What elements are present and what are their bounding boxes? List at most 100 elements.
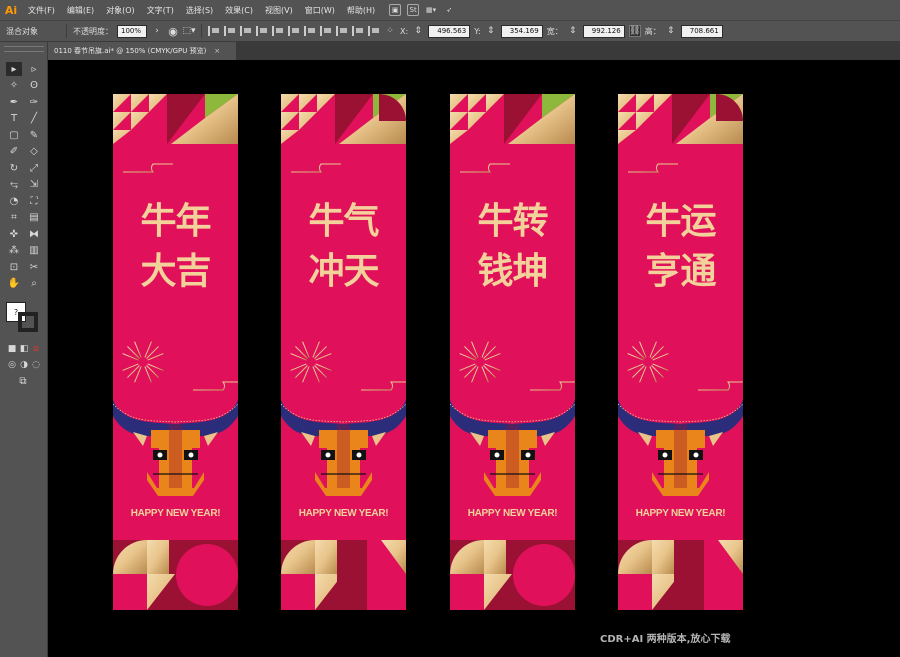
distribute-top-icon[interactable] (304, 25, 316, 37)
menu-icons: ▣ St ▦▾ ➶ (389, 4, 455, 16)
menu-item[interactable]: 帮助(H) (341, 5, 381, 16)
rectangle-tool-icon[interactable]: ▢ (6, 128, 22, 142)
none-mode-icon[interactable]: ⧄ (28, 342, 44, 356)
banner-tagline: HAPPY NEW YEAR! (635, 508, 726, 519)
blend-tool-icon[interactable]: ⧓ (26, 227, 42, 241)
height-stepper-icon[interactable]: ⇕ (665, 25, 677, 37)
new-year-banner[interactable]: 牛年 大吉 HAPPY NEW YEAR! (112, 94, 239, 610)
panel-grip[interactable] (4, 46, 44, 52)
shape-builder-tool-icon[interactable]: ◔ (6, 194, 22, 208)
align-top-icon[interactable] (256, 25, 268, 37)
menu-item[interactable]: 文件(F) (22, 5, 61, 16)
curvature-tool-icon[interactable]: ✑ (26, 95, 42, 109)
stock-icon[interactable]: St (407, 4, 420, 16)
artboard-tool-icon[interactable]: ⊡ (6, 260, 22, 274)
screen-mode-icon[interactable]: ⧉ (15, 374, 31, 388)
y-field[interactable]: 354.169 (500, 24, 543, 38)
distribute-left-icon[interactable] (352, 25, 364, 37)
mesh-tool-icon[interactable]: ⌗ (6, 211, 22, 225)
banner-artwork (280, 94, 407, 610)
y-stepper-icon[interactable]: ⇕ (485, 25, 497, 37)
pen-tool-icon[interactable]: ✒ (6, 95, 22, 109)
arrange-documents-icon[interactable]: ▦▾ (425, 4, 437, 16)
new-year-banner[interactable]: 牛转 钱坤 HAPPY NEW YEAR! (449, 94, 576, 610)
new-year-banner[interactable]: 牛气 冲天 HAPPY NEW YEAR! (280, 94, 407, 610)
banner-tagline: HAPPY NEW YEAR! (298, 508, 389, 519)
column-graph-tool-icon[interactable]: ▥ (26, 244, 42, 258)
align-middle-icon[interactable] (272, 25, 284, 37)
shaper-tool-icon[interactable]: ✐ (6, 145, 22, 159)
scale-tool-icon[interactable]: ⤢ (26, 161, 42, 175)
separator (66, 24, 67, 38)
direct-selection-tool-icon[interactable]: ▹ (26, 62, 42, 76)
line-tool-icon[interactable]: ╱ (26, 112, 42, 126)
banner-title-line2: 亨通 (645, 251, 716, 292)
menu-item[interactable]: 窗口(W) (299, 5, 341, 16)
menu-item[interactable]: 视图(V) (259, 5, 299, 16)
width-field[interactable]: 992.126 (582, 24, 625, 38)
eyedropper-tool-icon[interactable]: ✜ (6, 227, 22, 241)
x-field[interactable]: 496.563 (428, 24, 471, 38)
opacity-dropdown-icon[interactable]: › (151, 25, 163, 37)
height-field[interactable]: 708.661 (680, 24, 723, 38)
eraser-tool-icon[interactable]: ◇ (26, 145, 42, 159)
distribute-center-icon[interactable] (320, 25, 332, 37)
gpu-icon[interactable]: ➶ (443, 4, 455, 16)
align-left-icon[interactable] (208, 25, 220, 37)
selection-tool-icon[interactable]: ▸ (6, 62, 22, 76)
align-center-icon[interactable] (224, 25, 236, 37)
height-label: 高： (644, 26, 661, 36)
hand-tool-icon[interactable]: ✋ (6, 277, 22, 291)
banner-title-line1: 牛运 (645, 201, 716, 242)
constrain-proportions-icon[interactable]: ⛓ (628, 25, 641, 37)
menu-item[interactable]: 选择(S) (180, 5, 219, 16)
selection-type-label: 混合对象 (6, 26, 38, 36)
menu-list: 文件(F) 编辑(E) 对象(O) 文字(T) 选择(S) 效果(C) 视图(V) 窗口(W)… (22, 5, 381, 16)
distribute-bottom-icon[interactable] (336, 25, 348, 37)
draw-inside-icon[interactable]: ◌ (28, 358, 44, 372)
opacity-label[interactable]: 不透明度： (73, 26, 113, 37)
x-label: X: (400, 26, 409, 36)
align-bottom-icon[interactable] (288, 25, 300, 37)
width-stepper-icon[interactable]: ⇕ (567, 25, 579, 37)
banner-title-line2: 钱坤 (477, 251, 548, 292)
menu-item[interactable]: 效果(C) (219, 5, 259, 16)
control-bar: 混合对象 不透明度： 100% › ◉ ⬚▾ ⁘ X: ⇕ 496.563 Y:… (0, 20, 900, 42)
width-tool-icon[interactable]: ⥃ (6, 178, 22, 192)
reference-point-icon[interactable]: ⁘ (384, 25, 396, 37)
banner-title-line2: 大吉 (140, 251, 211, 292)
banner-tagline: HAPPY NEW YEAR! (130, 508, 221, 519)
rotate-tool-icon[interactable]: ↻ (6, 161, 22, 175)
perspective-grid-tool-icon[interactable]: ⛶ (26, 194, 42, 208)
magic-wand-tool-icon[interactable]: ✧ (6, 79, 22, 93)
paintbrush-tool-icon[interactable]: ✎ (26, 128, 42, 142)
free-transform-tool-icon[interactable]: ⇲ (26, 178, 42, 192)
document-tab-bar: 0110 春节吊旗.ai* @ 150% (CMYK/GPU 预览) × (48, 42, 900, 60)
align-to-icon[interactable]: ⬚▾ (182, 25, 195, 37)
menu-item[interactable]: 编辑(E) (61, 5, 100, 16)
banner-artwork (449, 94, 576, 610)
opacity-field[interactable]: 100% (117, 24, 147, 38)
new-year-banner[interactable]: 牛运 亨通 HAPPY NEW YEAR! (617, 94, 744, 610)
document-tab[interactable]: 0110 春节吊旗.ai* @ 150% (CMYK/GPU 预览) × (48, 42, 236, 60)
lasso-tool-icon[interactable]: ʘ (26, 79, 42, 93)
fill-stroke-widget[interactable]: ? (6, 302, 40, 332)
recolor-artwork-icon[interactable]: ◉ (167, 25, 179, 38)
artboard-canvas[interactable]: 牛年 大吉 HAPPY NEW YEAR! 牛气 冲天 HAPPY NEW YE… (48, 60, 900, 657)
distribute-right-icon[interactable] (368, 25, 380, 37)
banner-title-line1: 牛年 (140, 201, 211, 242)
gradient-tool-icon[interactable]: ▤ (26, 211, 42, 225)
x-stepper-icon[interactable]: ⇕ (412, 25, 424, 37)
bridge-icon[interactable]: ▣ (389, 4, 402, 16)
symbol-sprayer-tool-icon[interactable]: ⁂ (6, 244, 22, 258)
zoom-tool-icon[interactable]: ⌕ (26, 277, 42, 291)
stroke-swatch[interactable] (18, 312, 38, 332)
menu-item[interactable]: 文字(T) (141, 5, 180, 16)
slice-tool-icon[interactable]: ✂ (26, 260, 42, 274)
type-tool-icon[interactable]: T (6, 112, 22, 126)
align-right-icon[interactable] (240, 25, 252, 37)
menu-item[interactable]: 对象(O) (100, 5, 141, 16)
tools-panel: ▸ ▹ ✧ ʘ ✒ ✑ T ╱ ▢ ✎ ✐ ◇ ↻ ⤢ ⥃ ⇲ ◔ ⛶ ⌗ ▤ ✜ ⧓ ⁂ ▥ ⊡ ✂ ✋ ⌕ ? ■ ◧ ⧄ ◎ ◑… (0, 42, 48, 657)
app-logo: Ai (4, 3, 18, 17)
close-icon[interactable]: × (214, 47, 220, 55)
